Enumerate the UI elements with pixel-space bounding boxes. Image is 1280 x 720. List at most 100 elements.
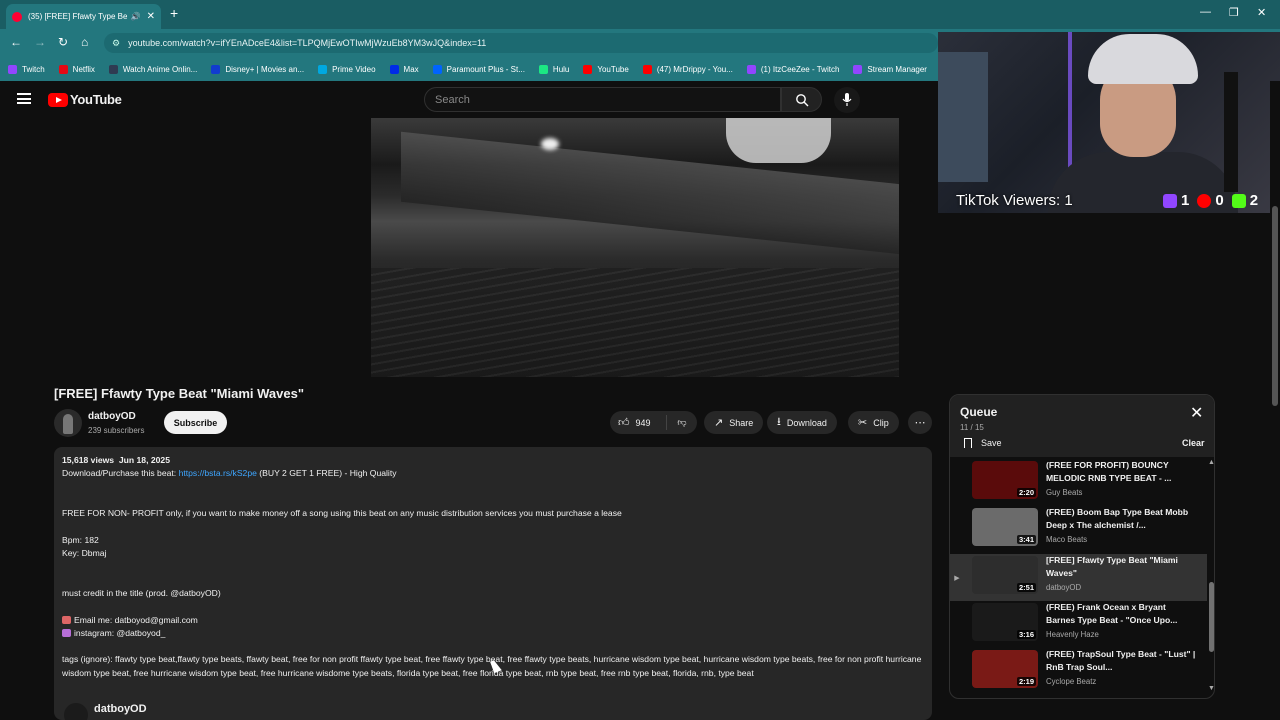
tab-close-icon[interactable]: ✕ bbox=[147, 11, 155, 22]
purchase-link[interactable]: https://bsta.rs/kS2pe bbox=[179, 468, 257, 478]
queue-item-thumbnail[interactable]: 2:19 bbox=[972, 650, 1038, 688]
bookmark-item[interactable]: Prime Video bbox=[318, 64, 376, 74]
new-tab-button[interactable]: + bbox=[170, 5, 178, 21]
nonprofit-notice: FREE FOR NON- PROFIT only, if you want t… bbox=[62, 508, 622, 519]
bookmark-item[interactable]: Stream Manager bbox=[853, 64, 927, 74]
queue-item[interactable]: 2:20 (FREE FOR PROFIT) BOUNCY MELODIC RNB… bbox=[950, 459, 1207, 506]
queue-item[interactable]: ▶ 2:51 [FREE] Ffawty Type Beat "Miami Wave… bbox=[950, 554, 1207, 601]
bookmark-favicon-icon bbox=[318, 64, 328, 74]
search-placeholder: Search bbox=[435, 93, 470, 106]
logo-text: YouTube bbox=[70, 92, 122, 107]
channel-name[interactable]: datboyOD bbox=[88, 411, 136, 422]
forward-button[interactable]: → bbox=[34, 35, 46, 49]
queue-save-button[interactable]: Save bbox=[964, 438, 1002, 448]
queue-clear-button[interactable]: Clear bbox=[1182, 438, 1205, 448]
bookmark-item[interactable]: (1) ItzCeeZee - Twitch bbox=[746, 64, 839, 74]
bookmark-item[interactable]: Paramount Plus - St... bbox=[432, 64, 525, 74]
home-button[interactable]: ⌂ bbox=[81, 35, 88, 49]
youtube-logo[interactable]: YouTube bbox=[48, 92, 122, 107]
bookmark-item[interactable]: Max bbox=[389, 64, 419, 74]
queue-scrollbar-thumb[interactable] bbox=[1209, 582, 1214, 652]
search-icon bbox=[795, 93, 808, 106]
queue-item-thumbnail[interactable]: 2:51 bbox=[972, 556, 1038, 594]
bookmark-item[interactable]: Hulu bbox=[538, 64, 570, 74]
queue-index bbox=[950, 459, 964, 506]
video-player[interactable] bbox=[371, 118, 899, 377]
description-box[interactable]: 15,618 views Jun 18, 2025 Download/Purch… bbox=[54, 447, 932, 720]
bookmark-item[interactable]: Watch Anime Onlin... bbox=[108, 64, 197, 74]
bookmark-item[interactable]: YouTube bbox=[583, 64, 629, 74]
like-button[interactable]: 👍︎ 949 bbox=[610, 415, 667, 430]
maximize-icon[interactable]: ❐ bbox=[1229, 6, 1239, 19]
reload-button[interactable]: ↻ bbox=[58, 35, 68, 49]
close-window-icon[interactable]: ✕ bbox=[1257, 6, 1266, 19]
browser-tab[interactable]: (35) [FREE] Ffawty Type Beat 🔊 ✕ bbox=[6, 4, 161, 29]
footer-channel-avatar[interactable] bbox=[64, 703, 88, 720]
bookmark-item[interactable]: Twitch bbox=[8, 64, 45, 74]
email-icon bbox=[62, 615, 71, 624]
browser-tab-bar: (35) [FREE] Ffawty Type Beat 🔊 ✕ + — ❐ ✕ bbox=[0, 0, 1280, 29]
download-icon: ⭳ bbox=[777, 416, 781, 428]
hamburger-menu-icon[interactable] bbox=[17, 93, 31, 104]
share-button[interactable]: ↗ Share bbox=[704, 411, 764, 434]
footer-channel-name[interactable]: datboyOD bbox=[94, 703, 147, 715]
bookmark-item[interactable]: (47) MrDrippy - You... bbox=[642, 64, 733, 74]
site-info-icon[interactable]: ⚙ bbox=[112, 38, 120, 49]
bookmark-label: (47) MrDrippy - You... bbox=[656, 64, 733, 74]
more-actions-button[interactable]: ⋯ bbox=[908, 411, 932, 434]
queue-position: 11 / 15 bbox=[960, 423, 984, 432]
twitch-count: 1 bbox=[1181, 192, 1190, 209]
scroll-down-icon[interactable]: ▼ bbox=[1208, 685, 1214, 692]
dislike-button[interactable]: 👎︎ bbox=[667, 417, 697, 428]
bookmark-favicon-icon bbox=[853, 64, 863, 74]
queue-item[interactable]: 2:19 (FREE) TrapSoul Type Beat - "Lust" |… bbox=[950, 648, 1207, 695]
queue-item[interactable]: 3:16 (FREE) Frank Ocean x Bryant Barnes T… bbox=[950, 601, 1207, 648]
queue-item-thumbnail[interactable]: 3:16 bbox=[972, 603, 1038, 641]
download-label: Download bbox=[786, 417, 827, 428]
queue-item[interactable]: 3:41 (FREE) Boom Bap Type Beat Mobb Deep … bbox=[950, 506, 1207, 553]
download-button[interactable]: ⭳ Download bbox=[767, 411, 837, 434]
bookmark-item[interactable]: Netflix bbox=[58, 64, 95, 74]
scroll-up-icon[interactable]: ▲ bbox=[1208, 459, 1214, 466]
bookmark-label: Prime Video bbox=[332, 64, 376, 74]
minimize-icon[interactable]: — bbox=[1200, 6, 1211, 18]
bookmark-label: Twitch bbox=[22, 64, 45, 74]
youtube-header: YouTube Search bbox=[0, 81, 938, 118]
cam-person-cap bbox=[1088, 34, 1198, 84]
voice-search-button[interactable] bbox=[834, 87, 860, 113]
clip-button[interactable]: ✂ Clip bbox=[848, 411, 899, 434]
bookmark-label: Hulu bbox=[552, 64, 570, 74]
queue-item-duration: 3:41 bbox=[1016, 535, 1036, 544]
video-frame-light bbox=[541, 138, 559, 150]
queue-close-icon[interactable]: ✕ bbox=[1190, 403, 1203, 423]
bookmark-favicon-icon bbox=[746, 64, 756, 74]
bookmark-label: Paramount Plus - St... bbox=[446, 64, 525, 74]
viewer-counts: 1 0 2 bbox=[1163, 192, 1266, 209]
page-scrollbar[interactable] bbox=[1270, 81, 1280, 720]
microphone-icon bbox=[842, 93, 852, 106]
queue-item-title: (FREE FOR PROFIT) BOUNCY MELODIC RNB TYP… bbox=[1046, 460, 1172, 483]
url-field[interactable]: ⚙ youtube.com/watch?v=ifYEnADceE4&list=T… bbox=[104, 33, 938, 53]
back-button[interactable]: ← bbox=[10, 35, 22, 49]
search-button[interactable] bbox=[781, 87, 822, 112]
views-and-date: 15,618 views Jun 18, 2025 bbox=[62, 455, 170, 465]
bookmark-item[interactable]: Disney+ | Movies an... bbox=[211, 64, 304, 74]
tab-title: (35) [FREE] Ffawty Type Beat bbox=[28, 12, 127, 21]
speaker-icon[interactable]: 🔊 bbox=[131, 12, 141, 21]
bookmark-label: YouTube bbox=[597, 64, 629, 74]
search-input[interactable]: Search bbox=[424, 87, 781, 112]
clip-label: Clip bbox=[873, 417, 889, 428]
channel-avatar[interactable] bbox=[54, 409, 82, 437]
queue-item-title: (FREE) Boom Bap Type Beat Mobb Deep x Th… bbox=[1046, 507, 1189, 530]
queue-item-thumbnail[interactable]: 2:20 bbox=[972, 461, 1038, 499]
queue-index bbox=[950, 506, 964, 553]
queue-scrollbar[interactable]: ▲ ▼ bbox=[1206, 457, 1214, 698]
queue-header: Queue 11 / 15 ✕ Save Clear bbox=[950, 395, 1214, 457]
bookmark-favicon-icon bbox=[538, 64, 548, 74]
subscribe-button[interactable]: Subscribe bbox=[164, 411, 227, 434]
page-scrollbar-thumb[interactable] bbox=[1272, 206, 1278, 406]
instagram-text: instagram: @datboyod_ bbox=[74, 627, 166, 638]
queue-item-title: (FREE) Frank Ocean x Bryant Barnes Type … bbox=[1046, 602, 1178, 625]
queue-item-thumbnail[interactable]: 3:41 bbox=[972, 508, 1038, 546]
now-playing-icon: ▶ bbox=[954, 574, 960, 582]
